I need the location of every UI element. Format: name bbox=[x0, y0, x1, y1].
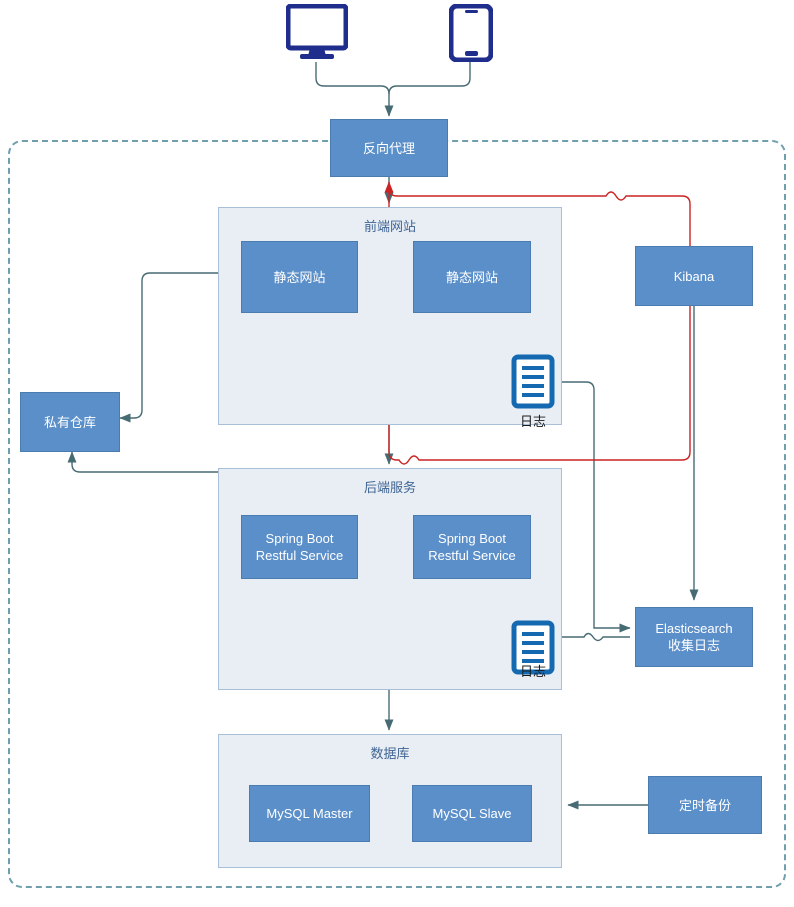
frontend-log-label: 日志 bbox=[519, 414, 546, 429]
backend-log-label: 日志 bbox=[519, 664, 546, 679]
spring-boot-1-label-line1: Spring Boot bbox=[265, 531, 334, 546]
static-site-2-label: 静态网站 bbox=[445, 269, 498, 285]
monitor-icon bbox=[286, 4, 348, 59]
scheduled-backup-label: 定时备份 bbox=[678, 797, 731, 813]
kibana-label: Kibana bbox=[673, 268, 715, 284]
spring-boot-1-node[interactable]: Spring Boot Restful Service bbox=[241, 515, 358, 579]
spring-boot-2-label-line2: Restful Service bbox=[428, 548, 516, 563]
static-site-2-node[interactable]: 静态网站 bbox=[413, 241, 531, 313]
spring-boot-2-node[interactable]: Spring Boot Restful Service bbox=[413, 515, 531, 579]
mysql-master-node[interactable]: MySQL Master bbox=[249, 785, 370, 842]
database-group-title: 数据库 bbox=[370, 746, 410, 761]
elasticsearch-node[interactable]: Elasticsearch 收集日志 bbox=[635, 607, 753, 667]
mysql-slave-label: MySQL Slave bbox=[432, 806, 512, 821]
reverse-proxy-node[interactable]: 反向代理 bbox=[330, 119, 448, 177]
architecture-diagram: 前端网站 后端服务 数据库 反向代理 静态网站 静态网站 私有仓库 Kibana… bbox=[0, 0, 794, 907]
private-registry-label: 私有仓库 bbox=[43, 414, 96, 430]
elasticsearch-label-line1: Elasticsearch bbox=[655, 621, 733, 636]
spring-boot-2-label-line1: Spring Boot bbox=[438, 531, 506, 546]
smartphone-icon bbox=[449, 4, 493, 62]
frontend-log-icon bbox=[511, 354, 555, 409]
static-site-1-label: 静态网站 bbox=[273, 269, 326, 285]
frontend-group-title: 前端网站 bbox=[363, 219, 416, 234]
kibana-node[interactable]: Kibana bbox=[635, 246, 753, 306]
mysql-master-label: MySQL Master bbox=[266, 806, 353, 821]
scheduled-backup-node[interactable]: 定时备份 bbox=[648, 776, 762, 834]
static-site-1-node[interactable]: 静态网站 bbox=[241, 241, 358, 313]
backend-group-title: 后端服务 bbox=[363, 480, 416, 495]
private-registry-node[interactable]: 私有仓库 bbox=[20, 392, 120, 452]
spring-boot-1-label-line2: Restful Service bbox=[255, 548, 344, 563]
mysql-slave-node[interactable]: MySQL Slave bbox=[412, 785, 532, 842]
reverse-proxy-label: 反向代理 bbox=[362, 140, 415, 156]
elasticsearch-label-line2: 收集日志 bbox=[667, 638, 720, 653]
